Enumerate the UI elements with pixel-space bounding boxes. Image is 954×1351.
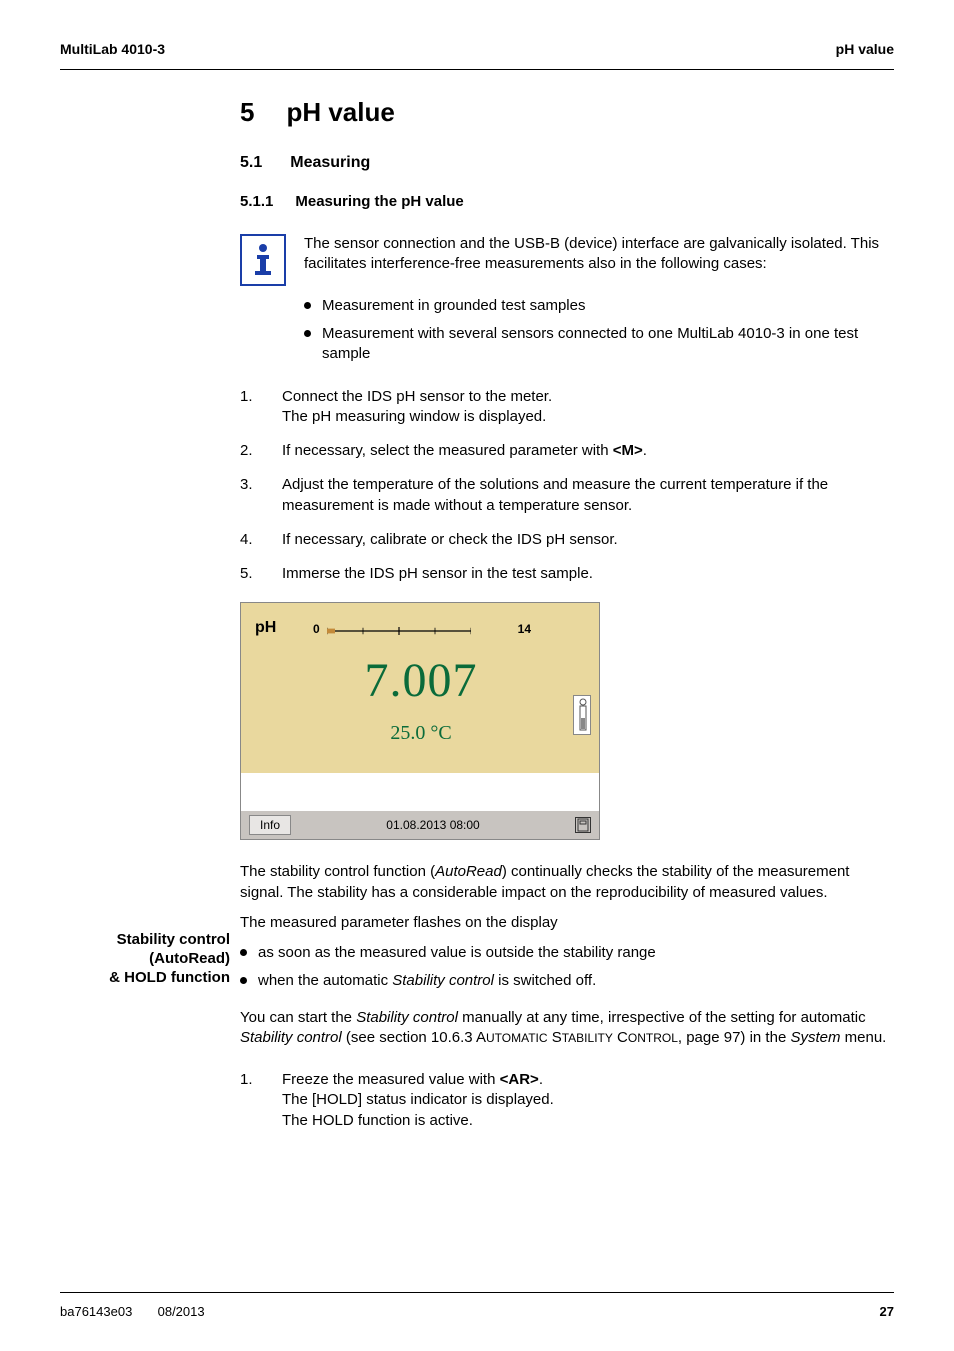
step-index: 1. — [240, 1070, 260, 1131]
hold-procedure-list: 1. Freeze the measured value with <AR>. … — [240, 1070, 894, 1131]
device-screen: pH 0 14 7.007 25.0 °C — [240, 602, 600, 840]
procedure-step: 4. If necessary, calibrate or check the … — [240, 530, 894, 550]
step-text: Freeze the measured value with <AR>. The… — [282, 1070, 894, 1131]
ph-label: pH — [255, 617, 276, 639]
info-note-row: The sensor connection and the USB-B (dev… — [240, 234, 894, 286]
page-number: 27 — [880, 1303, 894, 1321]
device-measurement-panel: pH 0 14 7.007 25.0 °C — [241, 603, 599, 773]
chapter-title: pH value — [286, 95, 394, 130]
step-index: 1. — [240, 387, 260, 428]
info-bullet-item: Measurement in grounded test samples — [304, 296, 894, 316]
chapter-number: 5 — [240, 95, 254, 130]
info-icon — [240, 234, 286, 286]
stability-flash-intro: The measured parameter flashes on the di… — [240, 913, 894, 933]
scale-min: 0 — [313, 621, 320, 637]
header-right: pH value — [836, 40, 894, 59]
step-text: If necessary, select the measured parame… — [282, 441, 894, 461]
step-index: 2. — [240, 441, 260, 461]
step-text: Connect the IDS pH sensor to the meter. … — [282, 387, 894, 428]
info-button[interactable]: Info — [249, 815, 291, 835]
sensor-icon — [573, 695, 591, 735]
storage-icon — [575, 817, 591, 833]
ph-measured-value: 7.007 — [253, 649, 589, 714]
procedure-step: 1. Freeze the measured value with <AR>. … — [240, 1070, 894, 1131]
page-footer: ba76143e03 08/2013 27 — [60, 1292, 894, 1321]
step-text: If necessary, calibrate or check the IDS… — [282, 530, 894, 550]
step-text: Immerse the IDS pH sensor in the test sa… — [282, 564, 894, 584]
procedure-step: 1. Connect the IDS pH sensor to the mete… — [240, 387, 894, 428]
stability-bullet-item: when the automatic Stability control is … — [240, 971, 894, 991]
step-text: Adjust the temperature of the solutions … — [282, 475, 894, 516]
ph-scale: 0 14 — [313, 621, 513, 641]
info-bullet-list: Measurement in grounded test samples Mea… — [304, 296, 894, 365]
step-index: 3. — [240, 475, 260, 516]
section-number: 5.1 — [240, 152, 262, 174]
header-left: MultiLab 4010-3 — [60, 40, 165, 59]
chapter-heading: 5 pH value — [240, 95, 894, 130]
margin-heading: Stability control (AutoRead) & HOLD func… — [60, 931, 230, 987]
procedure-step: 3. Adjust the temperature of the solutio… — [240, 475, 894, 516]
device-screenshot: pH 0 14 7.007 25.0 °C — [240, 602, 894, 840]
stability-bullet-list: as soon as the measured value is outside… — [240, 943, 894, 992]
procedure-list: 1. Connect the IDS pH sensor to the mete… — [240, 387, 894, 585]
section-title: Measuring — [290, 152, 370, 174]
subsection-title: Measuring the pH value — [295, 192, 463, 212]
step-index: 5. — [240, 564, 260, 584]
scale-max: 14 — [518, 621, 531, 637]
stability-bullet-item: as soon as the measured value is outside… — [240, 943, 894, 963]
device-spacer — [241, 773, 599, 811]
info-bullet-item: Measurement with several sensors connect… — [304, 324, 894, 365]
stability-paragraph: The stability control function (AutoRead… — [240, 862, 894, 903]
device-status-bar: Info 01.08.2013 08:00 — [241, 811, 599, 839]
procedure-step: 2. If necessary, select the measured par… — [240, 441, 894, 461]
procedure-step: 5. Immerse the IDS pH sensor in the test… — [240, 564, 894, 584]
page-header: MultiLab 4010-3 pH value — [60, 40, 894, 70]
subsection-number: 5.1.1 — [240, 192, 273, 212]
info-note-text: The sensor connection and the USB-B (dev… — [304, 234, 894, 286]
footer-left: ba76143e03 08/2013 — [60, 1303, 205, 1321]
stability-manual-paragraph: You can start the Stability control manu… — [240, 1008, 894, 1049]
step-index: 4. — [240, 530, 260, 550]
section-heading: 5.1 Measuring — [240, 152, 894, 174]
temperature-value: 25.0 °C — [253, 720, 589, 747]
page-content: 5 pH value 5.1 Measuring 5.1.1 Measuring… — [240, 95, 894, 1131]
device-datetime: 01.08.2013 08:00 — [386, 817, 479, 833]
subsection-heading: 5.1.1 Measuring the pH value — [240, 192, 894, 212]
